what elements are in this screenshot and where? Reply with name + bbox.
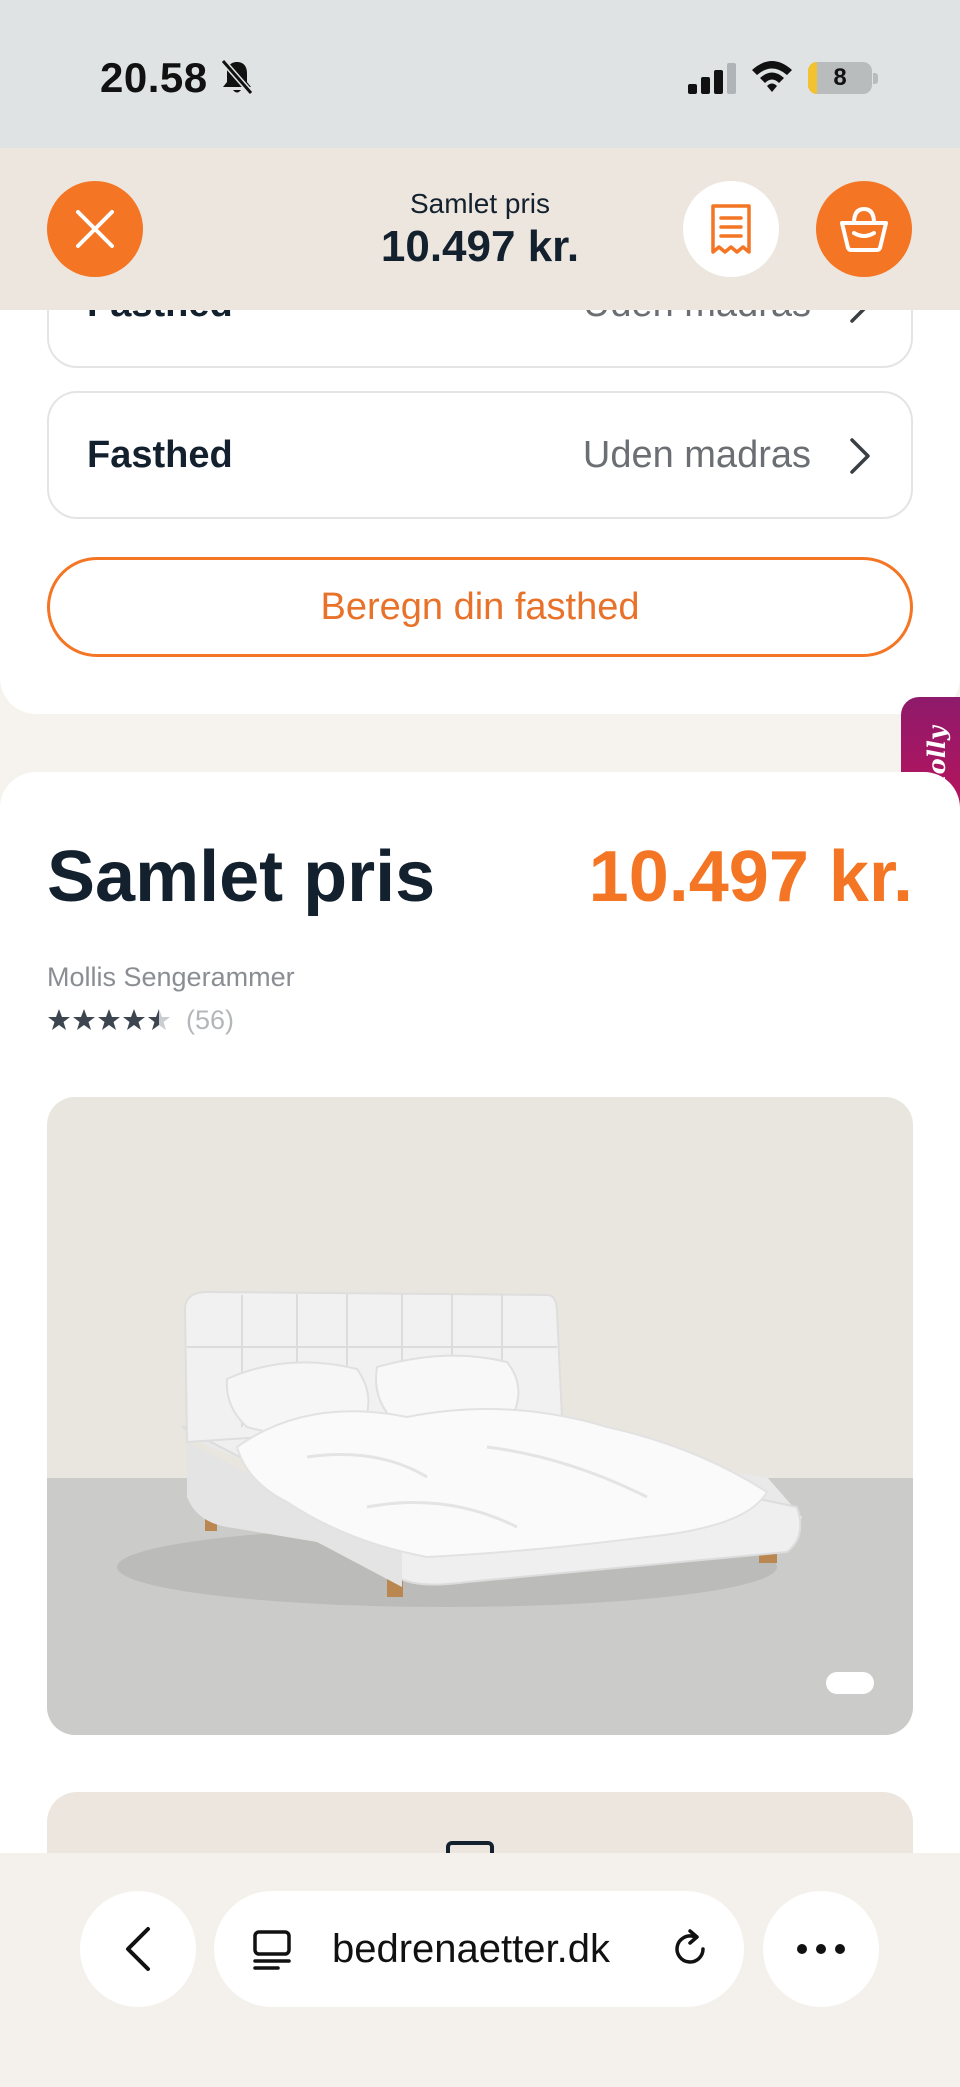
summary-title: Samlet pris [47, 837, 436, 917]
summary-price: 10.497 kr. [588, 837, 913, 917]
product-name[interactable]: Mollis Sengerammer [47, 962, 295, 993]
close-button[interactable] [47, 181, 143, 277]
status-bar: 20.58 8 [0, 0, 960, 148]
star-half-icon [148, 1009, 170, 1030]
review-count: (56) [186, 1004, 235, 1035]
header-total-price: 10.497 kr. [380, 222, 580, 271]
receipt-button[interactable] [683, 181, 779, 277]
battery-cap [873, 73, 878, 84]
close-icon [76, 210, 114, 248]
wifi-icon [752, 61, 792, 92]
reload-icon[interactable] [670, 1929, 710, 1969]
browser-toolbar: bedrenaetter.dk [0, 1853, 960, 2087]
option-row-firmness-2[interactable]: Fasthed Uden madras [47, 391, 913, 519]
star-full-icon [98, 1009, 120, 1030]
receipt-icon [711, 204, 751, 254]
carousel-pager-dot[interactable] [826, 1672, 874, 1694]
url-text: bedrenaetter.dk [332, 1927, 610, 1971]
basket-button[interactable] [816, 181, 912, 277]
star-full-icon [73, 1009, 95, 1030]
basket-icon [840, 206, 888, 252]
address-bar[interactable]: bedrenaetter.dk [214, 1891, 744, 2007]
battery-icon: 8 [808, 62, 872, 94]
cellular-signal-icon [688, 63, 736, 94]
more-icon [797, 1944, 845, 1954]
rating[interactable]: (56) [47, 1004, 234, 1036]
chevron-right-icon [850, 438, 870, 474]
back-button[interactable] [80, 1891, 196, 2007]
battery-level: 8 [833, 64, 847, 91]
price-header: Samlet pris 10.497 kr. [0, 148, 960, 310]
more-button[interactable] [763, 1891, 879, 2007]
back-chevron-icon [126, 1927, 150, 1971]
star-full-icon [48, 1009, 70, 1030]
product-image-carousel[interactable] [47, 1097, 913, 1735]
bed-product-image [117, 1290, 802, 1607]
star-full-icon [123, 1009, 145, 1030]
bell-muted-icon [220, 59, 254, 95]
page-icon [253, 1930, 291, 1970]
calculate-firmness-button[interactable]: Beregn din fasthed [47, 557, 913, 657]
header-total-label: Samlet pris [409, 188, 551, 219]
option-label: Fasthed [87, 434, 233, 476]
option-value: Uden madras [582, 434, 811, 476]
status-time: 20.58 [100, 54, 208, 101]
header-total: Samlet pris 10.497 kr. [280, 188, 680, 272]
